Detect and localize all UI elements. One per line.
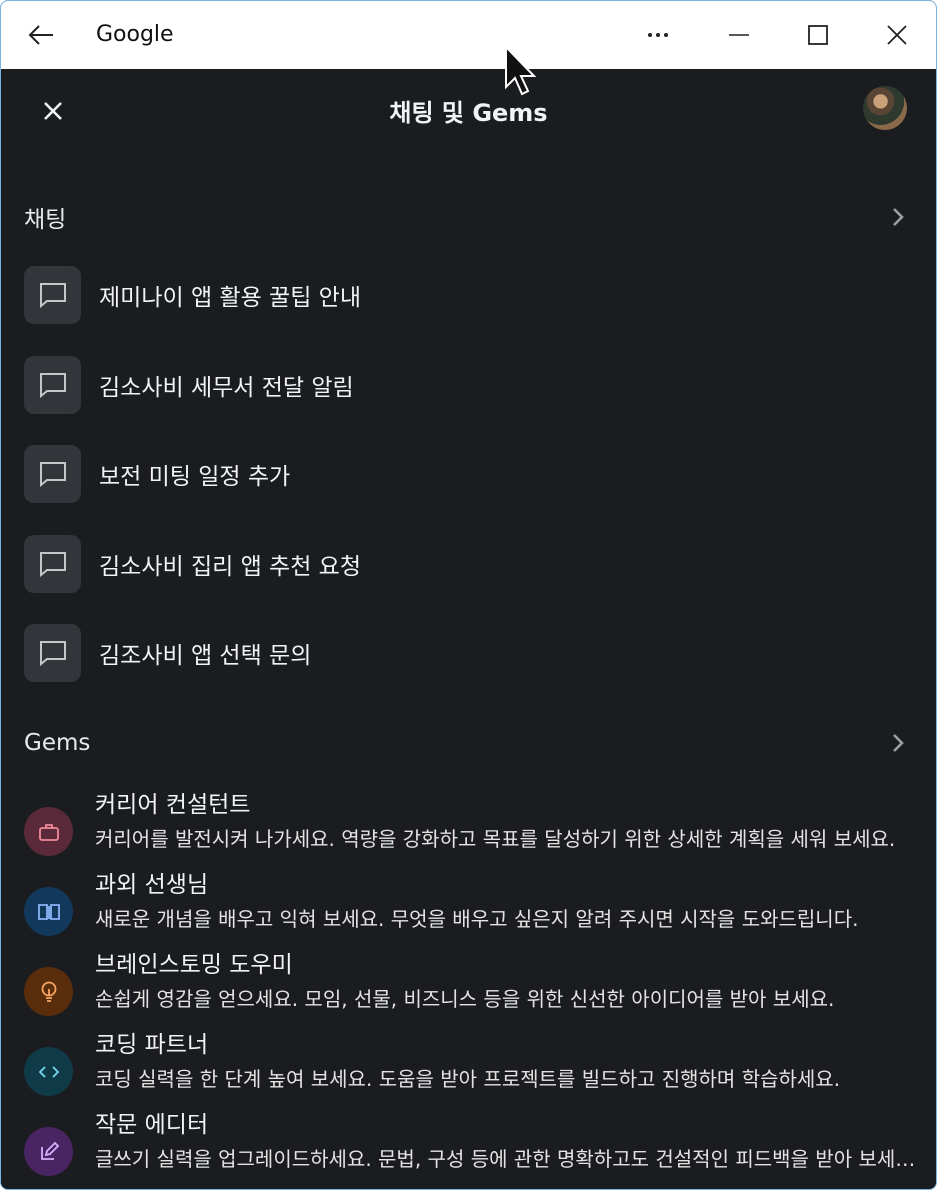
arrow-left-icon bbox=[28, 25, 53, 45]
gem-title: 커리어 컨설턴트 bbox=[95, 792, 251, 818]
panel-title: 채팅 및 Gems bbox=[389, 99, 548, 127]
chats-more-button[interactable] bbox=[880, 199, 916, 235]
gems-section-header[interactable]: Gems bbox=[24, 723, 916, 763]
pencil-icon bbox=[24, 1127, 73, 1176]
gem-item-brainstormer[interactable]: 브레인스토밍 도우미 손쉽게 영감을 얻으세요. 모임, 선물, 비즈니스 등을… bbox=[24, 945, 916, 1025]
gem-item-writing-editor[interactable]: 작문 에디터 글쓰기 실력을 업그레이드하세요. 문법, 구성 등에 관한 명확… bbox=[24, 1105, 916, 1185]
back-button[interactable] bbox=[23, 19, 59, 51]
book-icon bbox=[24, 887, 73, 936]
chat-item[interactable]: 보전 미팅 일정 추가 bbox=[24, 445, 916, 503]
avatar[interactable] bbox=[863, 86, 907, 130]
gem-title: 작문 에디터 bbox=[95, 1112, 209, 1138]
chat-item[interactable]: 제미나이 앱 활용 꿀팁 안내 bbox=[24, 266, 916, 324]
more-options-button[interactable] bbox=[636, 15, 680, 55]
gems-more-button[interactable] bbox=[880, 725, 916, 761]
gem-description: 커리어를 발전시켜 나가세요. 역량을 강화하고 목표를 달성하기 위한 상세한… bbox=[95, 827, 896, 851]
chats-heading: 채팅 bbox=[24, 207, 67, 233]
gem-description: 코딩 실력을 한 단계 높여 보세요. 도움을 받아 프로젝트를 빌드하고 진행… bbox=[95, 1067, 841, 1091]
chat-icon bbox=[24, 266, 81, 324]
chat-icon bbox=[24, 624, 81, 682]
gem-item-coding-partner[interactable]: 코딩 파트너 코딩 실력을 한 단계 높여 보세요. 도움을 받아 프로젝트를 … bbox=[24, 1025, 916, 1105]
gem-title: 코딩 파트너 bbox=[95, 1032, 209, 1058]
gem-description: 손쉽게 영감을 얻으세요. 모임, 선물, 비즈니스 등을 위한 신선한 아이디… bbox=[95, 987, 835, 1011]
gem-item-career-consultant[interactable]: 커리어 컨설턴트 커리어를 발전시켜 나가세요. 역량을 강화하고 목표를 달성… bbox=[24, 785, 916, 865]
chat-title: 제미나이 앱 활용 꿀팁 안내 bbox=[99, 285, 362, 311]
maximize-button[interactable] bbox=[796, 15, 840, 55]
minimize-button[interactable] bbox=[717, 15, 761, 55]
gem-title: 과외 선생님 bbox=[95, 872, 209, 898]
gems-heading: Gems bbox=[24, 730, 91, 756]
maximize-icon bbox=[808, 25, 828, 45]
close-icon bbox=[887, 25, 907, 45]
title-bar: Google bbox=[1, 1, 936, 69]
chat-item[interactable]: 김소사비 세무서 전달 알림 bbox=[24, 356, 916, 414]
chats-and-gems-panel: 채팅 및 Gems 채팅 제미나이 앱 활용 꿀팁 안내 김소사비 세무서 전달… bbox=[1, 69, 936, 1189]
chat-icon bbox=[24, 445, 81, 503]
chat-item[interactable]: 김소사비 집리 앱 추천 요청 bbox=[24, 535, 916, 593]
chat-icon bbox=[24, 356, 81, 414]
chevron-right-icon bbox=[893, 208, 904, 226]
minimize-icon bbox=[729, 34, 749, 36]
browser-window: Google 채팅 및 Gems 채팅 제미나이 앱 활용 꿀팁 안내 김소사비… bbox=[0, 0, 937, 1190]
chat-item[interactable]: 김조사비 앱 선택 문의 bbox=[24, 624, 916, 682]
window-close-button[interactable] bbox=[875, 15, 919, 55]
chevron-right-icon bbox=[893, 734, 904, 752]
code-icon bbox=[24, 1047, 73, 1096]
chat-title: 김조사비 앱 선택 문의 bbox=[99, 643, 312, 669]
gem-description: 글쓰기 실력을 업그레이드하세요. 문법, 구성 등에 관한 명확하고도 건설적… bbox=[95, 1147, 916, 1171]
chat-title: 보전 미팅 일정 추가 bbox=[99, 464, 291, 490]
briefcase-icon bbox=[24, 807, 73, 856]
gem-description: 새로운 개념을 배우고 익혀 보세요. 무엇을 배우고 싶은지 알려 주시면 시… bbox=[95, 907, 859, 931]
gem-item-tutor[interactable]: 과외 선생님 새로운 개념을 배우고 익혀 보세요. 무엇을 배우고 싶은지 알… bbox=[24, 865, 916, 945]
chat-title: 김소사비 집리 앱 추천 요청 bbox=[99, 554, 362, 580]
more-horizontal-icon bbox=[648, 33, 668, 37]
lightbulb-icon bbox=[24, 967, 73, 1016]
window-title: Google bbox=[96, 22, 174, 47]
chat-icon bbox=[24, 535, 81, 593]
chat-title: 김소사비 세무서 전달 알림 bbox=[99, 375, 354, 401]
gem-title: 브레인스토밍 도우미 bbox=[95, 952, 293, 978]
chats-section-header[interactable]: 채팅 bbox=[24, 197, 916, 237]
